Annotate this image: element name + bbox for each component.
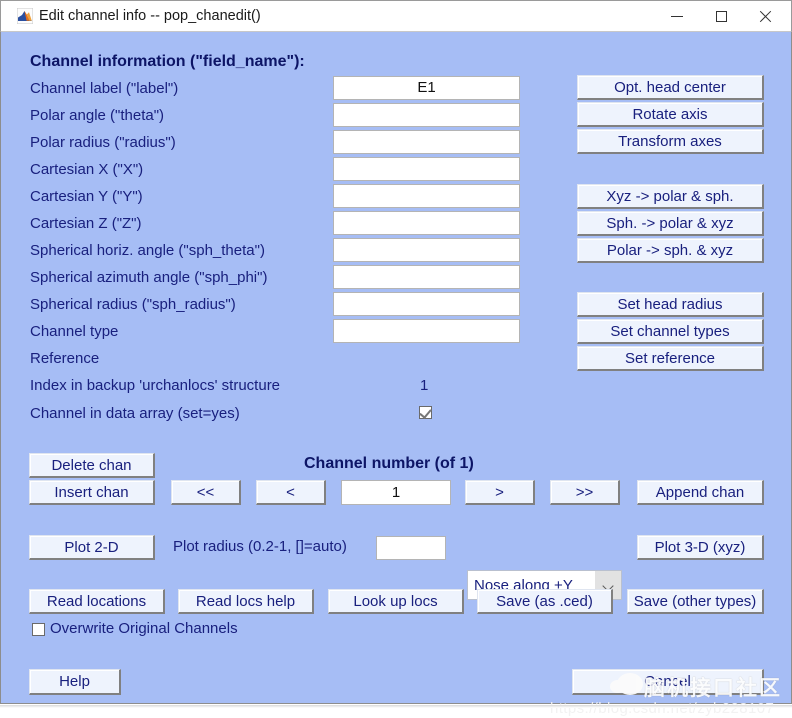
button-read-locations[interactable]: Read locations (29, 589, 165, 614)
button-plot-3d[interactable]: Plot 3-D (xyz) (637, 535, 764, 560)
dialog-body: Channel information ("field_name"): Chan… (0, 31, 792, 717)
field-label-sph-radius: Spherical radius ("sph_radius") (30, 296, 236, 313)
title-bar: Edit channel info -- pop_chanedit() (0, 0, 792, 31)
close-button[interactable] (743, 1, 787, 31)
field-label-cartesian-x: Cartesian X ("X") (30, 161, 144, 178)
button-opt-head-center[interactable]: Opt. head center (577, 75, 764, 100)
button-save-as-ced[interactable]: Save (as .ced) (477, 589, 613, 614)
button-append-chan[interactable]: Append chan (637, 480, 764, 505)
button-read-locs-help[interactable]: Read locs help (178, 589, 314, 614)
field-label-index-backup: Index in backup 'urchanlocs' structure (30, 377, 281, 394)
button-prev-chan[interactable]: < (256, 480, 326, 505)
field-label-sph-phi: Spherical azimuth angle ("sph_phi") (30, 269, 268, 286)
button-transform-axes[interactable]: Transform axes (577, 129, 764, 154)
check-icon (419, 406, 432, 419)
close-icon (759, 10, 772, 23)
button-look-up-locs[interactable]: Look up locs (328, 589, 464, 614)
field-label-reference: Reference (30, 350, 100, 367)
watermark-text: 脑机接口社区 (644, 677, 782, 700)
button-rotate-axis[interactable]: Rotate axis (577, 102, 764, 127)
button-first-chan[interactable]: << (171, 480, 241, 505)
input-channel-number[interactable]: 1 (341, 480, 451, 505)
index-backup-value: 1 (420, 377, 429, 394)
minimize-button[interactable] (655, 1, 699, 31)
field-label-polar-radius: Polar radius ("radius") (30, 134, 176, 151)
minimize-icon (671, 15, 683, 17)
field-label-polar-angle: Polar angle ("theta") (30, 107, 165, 124)
input-sph-theta[interactable] (333, 238, 520, 262)
matlab-icon (16, 7, 34, 25)
button-set-reference[interactable]: Set reference (577, 346, 764, 371)
app-window: Edit channel info -- pop_chanedit() Chan… (0, 0, 792, 718)
input-channel-label[interactable]: E1 (333, 76, 520, 100)
input-plot-radius[interactable] (376, 536, 446, 560)
input-cartesian-z[interactable] (333, 211, 520, 235)
input-polar-angle[interactable] (333, 103, 520, 127)
checkbox-channel-in-data-array[interactable] (419, 406, 432, 419)
button-insert-chan[interactable]: Insert chan (29, 480, 155, 505)
checkbox-overwrite-original-channels[interactable] (32, 623, 45, 636)
input-polar-radius[interactable] (333, 130, 520, 154)
watermark-url: https://blog.csdn.net/zyb228107 (550, 700, 775, 717)
field-label-cartesian-z: Cartesian Z ("Z") (30, 215, 142, 232)
button-sph-to-polar-xyz[interactable]: Sph. -> polar & xyz (577, 211, 764, 236)
input-cartesian-x[interactable] (333, 157, 520, 181)
input-sph-radius[interactable] (333, 292, 520, 316)
button-delete-chan[interactable]: Delete chan (29, 453, 155, 478)
input-cartesian-y[interactable] (333, 184, 520, 208)
field-label-cartesian-y: Cartesian Y ("Y") (30, 188, 143, 205)
button-last-chan[interactable]: >> (550, 480, 620, 505)
field-label-sph-theta: Spherical horiz. angle ("sph_theta") (30, 242, 265, 259)
button-help[interactable]: Help (29, 669, 121, 695)
button-next-chan[interactable]: > (465, 480, 535, 505)
wechat-logo-icon (610, 673, 643, 695)
button-set-head-radius[interactable]: Set head radius (577, 292, 764, 317)
button-set-channel-types[interactable]: Set channel types (577, 319, 764, 344)
button-save-other-types[interactable]: Save (other types) (627, 589, 764, 614)
overwrite-original-channels-label: Overwrite Original Channels (50, 620, 238, 637)
button-polar-to-sph-xyz[interactable]: Polar -> sph. & xyz (577, 238, 764, 263)
button-plot-2d[interactable]: Plot 2-D (29, 535, 155, 560)
maximize-button[interactable] (699, 1, 743, 31)
field-label-channel-type: Channel type (30, 323, 119, 340)
maximize-icon (715, 10, 727, 22)
channel-number-heading: Channel number (of 1) (304, 455, 474, 472)
window-drop-shadow (0, 705, 792, 708)
window-title: Edit channel info -- pop_chanedit() (39, 8, 261, 24)
input-channel-type[interactable] (333, 319, 520, 343)
field-label-channel-label: Channel label ("label") (30, 80, 179, 97)
button-xyz-to-polar-sph[interactable]: Xyz -> polar & sph. (577, 184, 764, 209)
plot-radius-label: Plot radius (0.2-1, []=auto) (173, 538, 347, 555)
section-heading: Channel information ("field_name"): (30, 53, 305, 70)
input-sph-phi[interactable] (333, 265, 520, 289)
field-label-in-data-array: Channel in data array (set=yes) (30, 405, 240, 422)
